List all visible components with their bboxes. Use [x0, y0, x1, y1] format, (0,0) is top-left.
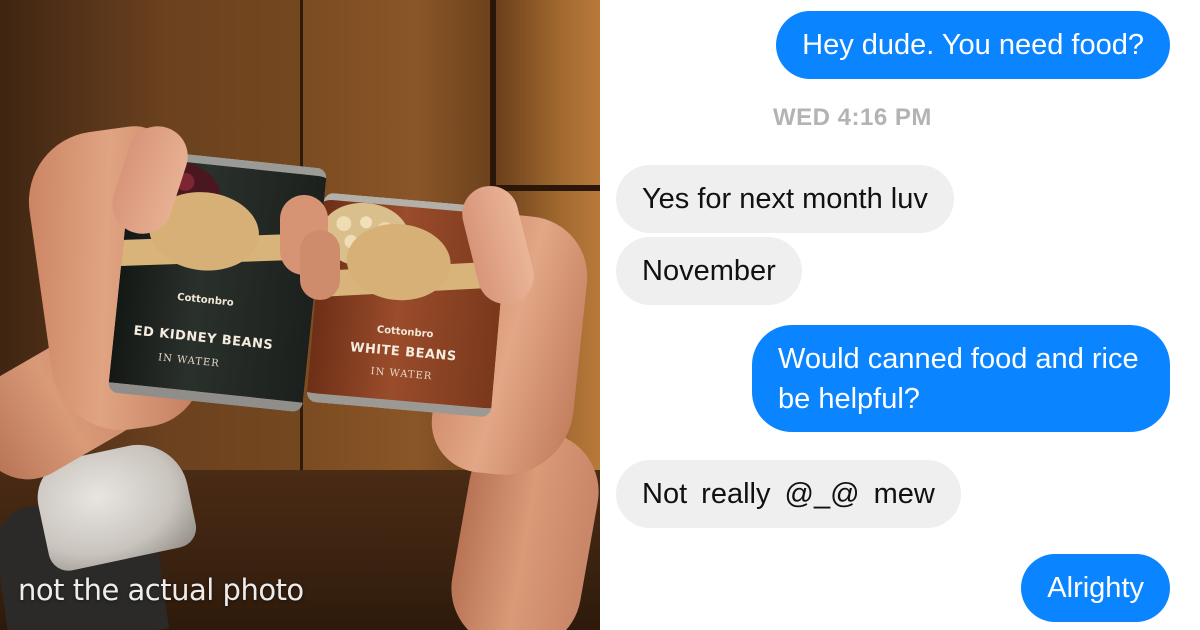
photo-caption: not the actual photo: [18, 573, 304, 607]
chat-conversation: Hey dude. You need food? WED 4:16 PM Yes…: [600, 0, 1200, 630]
outgoing-message[interactable]: Would canned food and rice be helpful?: [752, 325, 1170, 432]
incoming-message[interactable]: Yes for next month luv: [616, 165, 954, 233]
can-brand: Cottonbro: [176, 291, 235, 309]
stock-photo: Cottonbro ED KIDNEY BEANS IN WATER Cotto…: [0, 0, 600, 630]
outgoing-message[interactable]: Hey dude. You need food?: [776, 11, 1170, 79]
message-timestamp: WED 4:16 PM: [773, 104, 932, 131]
incoming-message[interactable]: Not really @_@ mew: [616, 460, 961, 528]
incoming-message[interactable]: November: [616, 237, 802, 305]
outgoing-message[interactable]: Alrighty: [1021, 554, 1170, 622]
right-finger: [300, 230, 340, 300]
